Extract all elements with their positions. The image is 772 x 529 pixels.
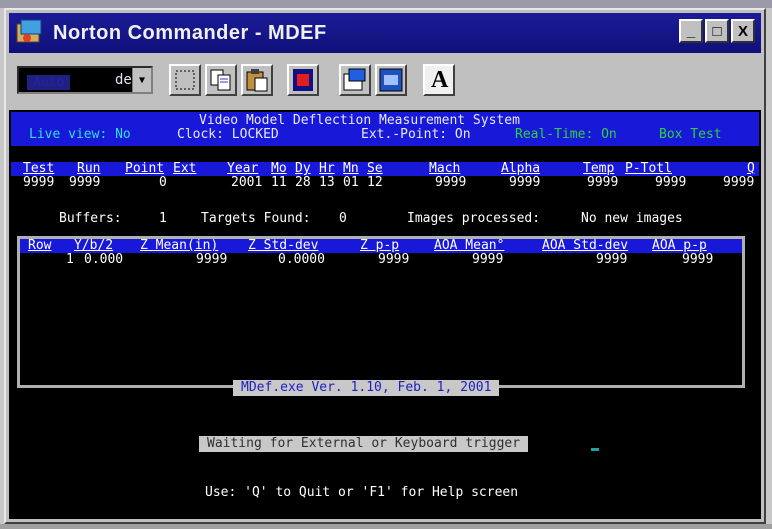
cell-z-mean: 9999: [196, 252, 228, 267]
cell-aoa-std-dev: 9999: [596, 252, 628, 267]
col-ext: Ext: [173, 161, 197, 176]
val-year: 2001: [231, 175, 263, 190]
font-size-select[interactable]: Auto de ▼: [17, 66, 153, 94]
buffers-value: 1: [159, 211, 167, 226]
measurements-panel: Row Y/b/2 Z Mean(in) Z Std-dev Z p-p AOA…: [17, 236, 745, 388]
system-title: Video Model Deflection Measurement Syste…: [199, 113, 520, 128]
col-dy: Dy: [295, 161, 311, 176]
font-color-button[interactable]: [287, 64, 319, 96]
paste-button[interactable]: [241, 64, 273, 96]
col-mn: Mn: [343, 161, 359, 176]
cell-aoa-mean: 9999: [472, 252, 504, 267]
version-label: MDef.exe Ver. 1.10, Feb. 1, 2001: [233, 380, 500, 396]
col-temp: Temp: [583, 161, 615, 176]
val-run: 9999: [69, 175, 101, 190]
val-q: 9999: [723, 175, 755, 190]
ext-point-status: Ext.-Point: On: [361, 127, 471, 142]
col-mach: Mach: [429, 161, 461, 176]
properties-button[interactable]: [339, 64, 371, 96]
col-z-std-dev: Z Std-dev: [248, 238, 319, 253]
cell-row: 1: [66, 252, 74, 267]
title-bar[interactable]: Norton Commander - MDEF _ □ X: [9, 13, 761, 53]
val-alpha: 9999: [509, 175, 541, 190]
text-font-button[interactable]: A: [423, 64, 455, 96]
background-icon: [379, 68, 403, 92]
col-aoa-p-p: AOA p-p: [652, 238, 707, 253]
val-point: 0: [159, 175, 167, 190]
col-z-mean: Z Mean(in): [140, 238, 219, 253]
col-aoa-mean: AOA Mean°: [434, 238, 505, 253]
col-y-b-2: Y/b/2: [74, 238, 114, 253]
val-mn: 01: [343, 175, 359, 190]
paste-icon: [246, 69, 268, 92]
mark-icon: [175, 70, 195, 90]
cell-z-std-dev: 0.0000: [278, 252, 325, 267]
maximize-button[interactable]: □: [705, 19, 729, 43]
col-mo: Mo: [271, 161, 287, 176]
val-mo: 11: [271, 175, 287, 190]
toolbar: Auto de ▼ A: [9, 58, 761, 104]
top-edge: [0, 0, 772, 8]
font-select-value-right: de: [115, 72, 132, 88]
val-hr: 13: [319, 175, 335, 190]
images-processed-label: Images processed:: [407, 211, 541, 226]
bottom-edge: [0, 524, 772, 529]
col-se: Se: [367, 161, 383, 176]
col-q: Q: [747, 161, 755, 176]
norton-commander-app-icon[interactable]: [15, 18, 45, 48]
text-font-icon: A: [431, 67, 449, 93]
col-year: Year: [227, 161, 259, 176]
box-test-label: Box Test: [659, 127, 722, 142]
targets-found-label: Targets Found:: [201, 211, 311, 226]
text-cursor: [591, 448, 599, 451]
console-screen[interactable]: Video Model Deflection Measurement Syste…: [9, 110, 761, 519]
properties-icon: [343, 68, 366, 91]
col-point: Point: [125, 161, 165, 176]
window-title: Norton Commander - MDEF: [53, 21, 327, 44]
val-test: 9999: [23, 175, 55, 190]
minimize-button[interactable]: _: [679, 19, 703, 43]
font-icon: [293, 69, 313, 91]
cell-y-b-2: 0.000: [84, 252, 124, 267]
font-select-value: Auto: [27, 75, 71, 90]
val-mach: 9999: [435, 175, 467, 190]
close-button[interactable]: X: [731, 19, 755, 43]
buffers-label: Buffers:: [59, 211, 122, 226]
copy-button[interactable]: [205, 64, 237, 96]
cell-z-p-p: 9999: [378, 252, 410, 267]
chevron-down-icon[interactable]: ▼: [132, 68, 151, 92]
status-message: Waiting for External or Keyboard trigger: [199, 436, 529, 452]
col-p-totl: P-Totl: [625, 161, 672, 176]
app-window: Norton Commander - MDEF _ □ X Auto de ▼: [4, 8, 766, 524]
images-processed-value: No new images: [581, 211, 683, 226]
mark-button[interactable]: [169, 64, 201, 96]
window-controls: _ □ X: [679, 19, 755, 43]
col-alpha: Alpha: [501, 161, 541, 176]
background-button[interactable]: [375, 64, 407, 96]
col-test: Test: [23, 161, 55, 176]
cell-aoa-p-p: 9999: [682, 252, 714, 267]
col-run: Run: [77, 161, 101, 176]
help-hint: Use: 'Q' to Quit or 'F1' for Help screen: [205, 485, 519, 500]
col-row: Row: [28, 238, 52, 253]
val-se: 12: [367, 175, 383, 190]
clock-status: Clock: LOCKED: [177, 127, 279, 142]
col-z-p-p: Z p-p: [360, 238, 400, 253]
val-p-totl: 9999: [655, 175, 687, 190]
val-dy: 28: [295, 175, 311, 190]
col-hr: Hr: [319, 161, 335, 176]
targets-found-value: 0: [339, 211, 347, 226]
real-time-status: Real-Time: On: [515, 127, 617, 142]
live-view-status: Live view: No: [29, 127, 131, 142]
val-temp: 9999: [587, 175, 619, 190]
col-aoa-std-dev: AOA Std-dev: [542, 238, 629, 253]
copy-icon: [210, 69, 231, 91]
